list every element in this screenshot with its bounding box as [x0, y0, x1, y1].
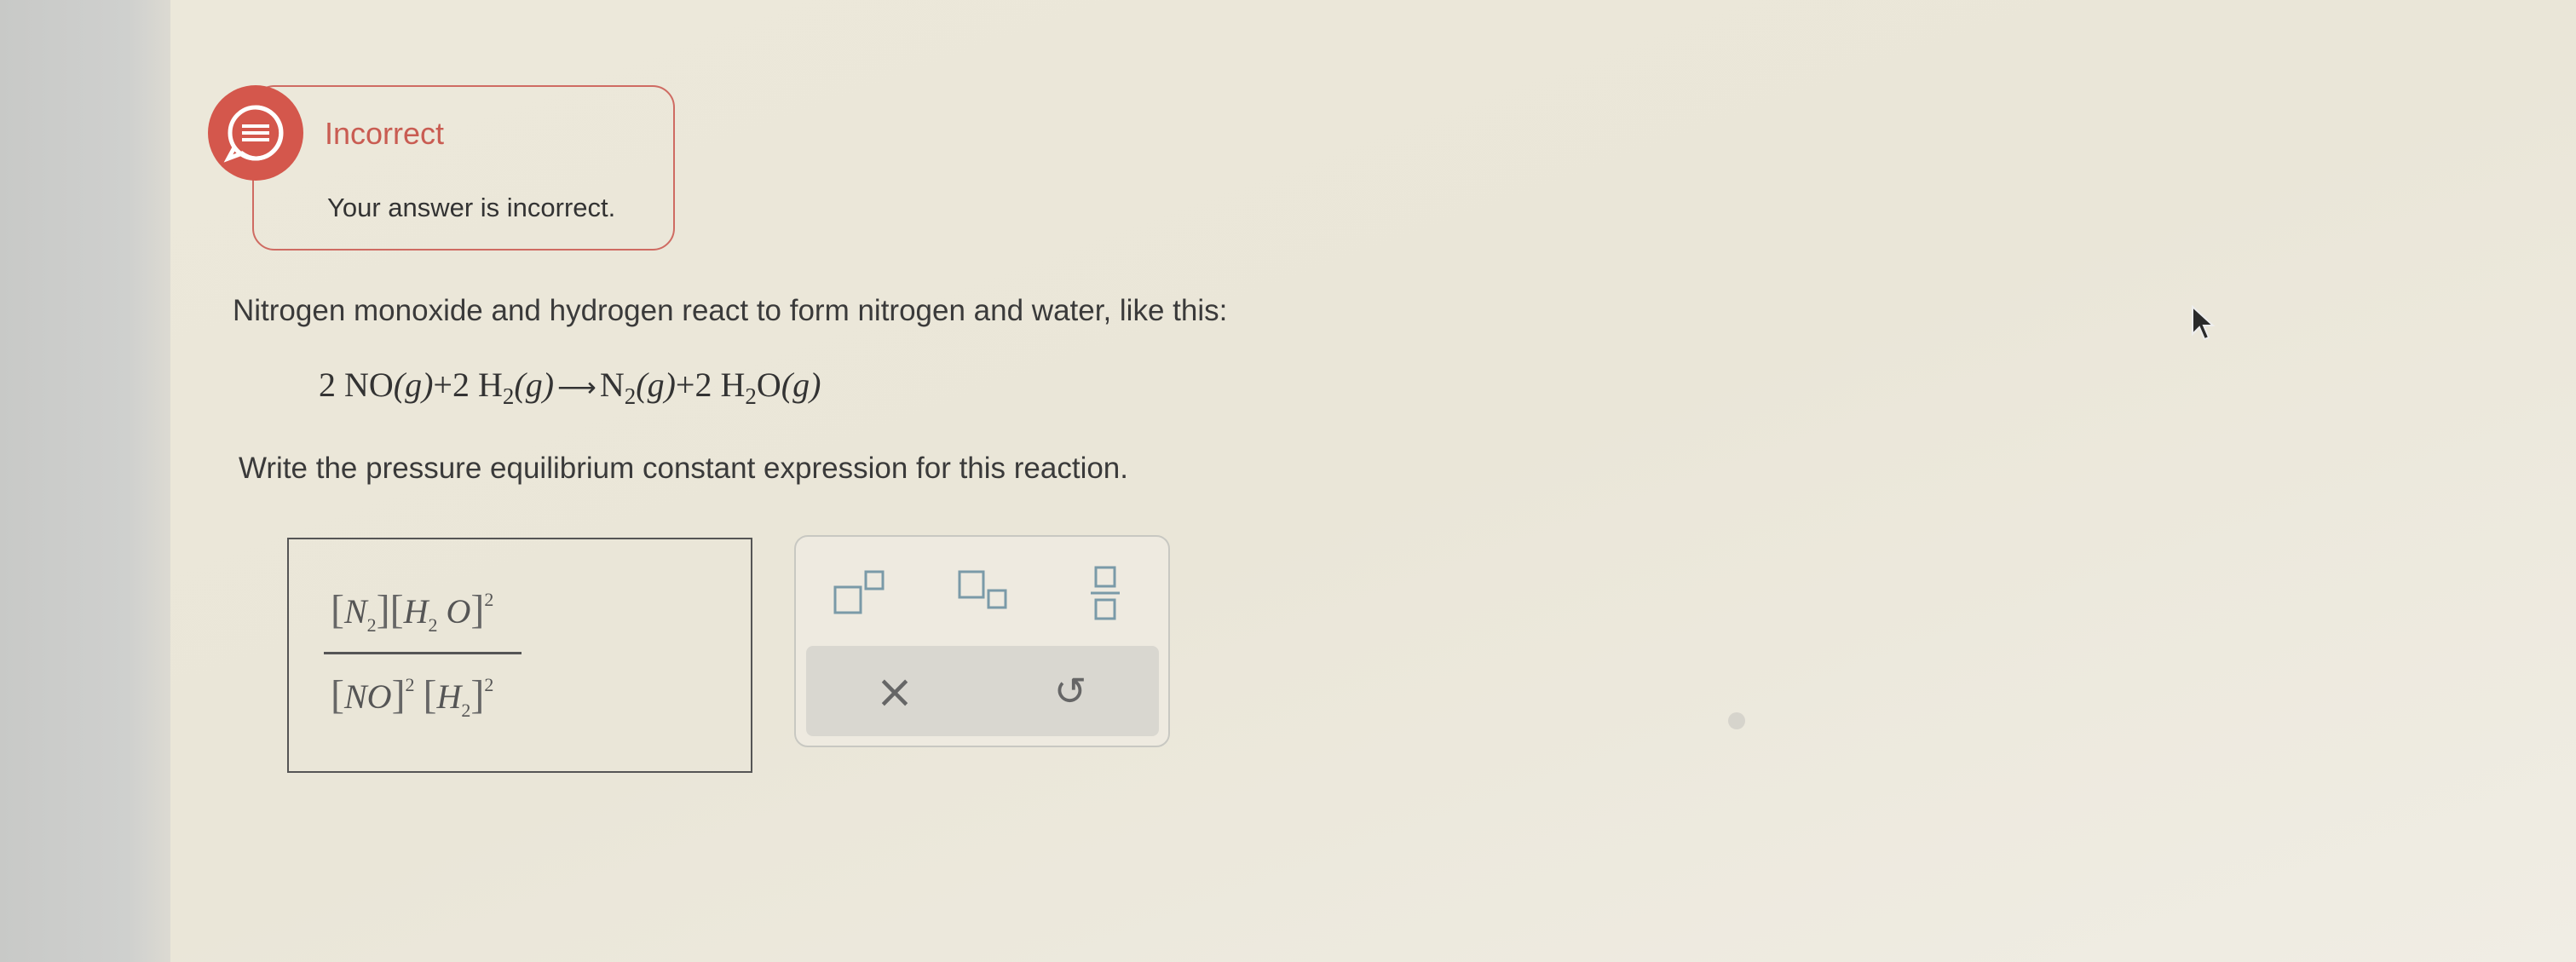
numerator-species: N	[343, 592, 367, 631]
open-bracket-icon: [	[389, 587, 404, 632]
answer-input-box[interactable]	[287, 538, 752, 773]
eq-coef: 2	[452, 366, 470, 404]
open-bracket-icon: [	[331, 587, 344, 632]
clear-button[interactable]: ×	[844, 646, 946, 736]
feedback-message: Your answer is incorrect.	[327, 193, 616, 222]
fraction-denominator: [NO]2 [H2]2	[331, 671, 494, 721]
fraction-icon	[1091, 566, 1120, 620]
clear-icon: ×	[875, 664, 914, 718]
undo-button[interactable]: ↺	[1019, 646, 1121, 736]
denominator-exponent: 2	[405, 674, 415, 695]
eq-state: (g)	[514, 366, 555, 404]
eq-plus: +	[433, 366, 452, 404]
eq-species: H	[720, 366, 746, 404]
feedback-title: Incorrect	[325, 116, 445, 151]
close-bracket-icon: ]	[391, 672, 406, 717]
eq-coef: 2	[319, 366, 336, 404]
numerator-species: H	[403, 592, 429, 631]
chemical-equation: 2 NO(g)+2 H2(g) ⟶ N2(g)+2 H2O(g)	[319, 365, 821, 408]
denominator-subscript: 2	[461, 700, 471, 721]
eq-subscript: 2	[502, 383, 515, 409]
denominator-species: H	[436, 677, 462, 716]
fraction-bar	[324, 652, 522, 654]
screen-dot	[1728, 712, 1745, 729]
open-bracket-icon: [	[423, 672, 437, 717]
eq-state: (g)	[636, 366, 676, 404]
mouse-cursor-icon	[2192, 305, 2216, 341]
eq-state: (g)	[781, 366, 821, 404]
close-bracket-icon: ]	[376, 587, 390, 632]
eq-plus: +	[675, 366, 695, 404]
numerator-exponent: 2	[484, 589, 494, 610]
superscript-icon	[833, 570, 885, 614]
undo-icon: ↺	[1053, 668, 1087, 714]
fraction-button[interactable]	[1072, 559, 1138, 625]
denominator-exponent: 2	[484, 674, 494, 695]
eq-species: O	[756, 366, 781, 404]
feedback-chat-icon	[208, 85, 303, 181]
left-bezel	[0, 0, 170, 962]
close-bracket-icon: ]	[470, 587, 485, 632]
eq-species: N	[599, 366, 625, 404]
eq-species: NO	[344, 366, 394, 404]
eq-subscript: 2	[624, 383, 637, 409]
numerator-subscript: 2	[366, 614, 377, 636]
feedback-panel	[252, 85, 675, 251]
eq-subscript: 2	[745, 383, 757, 409]
numerator-subscript: 2	[428, 614, 438, 636]
denominator-species: NO	[343, 677, 392, 716]
subscript-button[interactable]	[949, 562, 1016, 622]
numerator-species: O	[446, 592, 471, 631]
open-bracket-icon: [	[331, 672, 344, 717]
problem-intro-text: Nitrogen monoxide and hydrogen react to …	[233, 294, 1228, 327]
subscript-icon	[958, 570, 1007, 609]
close-bracket-icon: ]	[470, 672, 485, 717]
superscript-button[interactable]	[827, 562, 893, 622]
fraction-numerator: [N2][H2 O]2	[331, 586, 494, 636]
eq-species: H	[477, 366, 503, 404]
eq-coef: 2	[694, 366, 712, 404]
reaction-arrow-icon: ⟶	[557, 372, 596, 402]
instruction-text: Write the pressure equilibrium constant …	[239, 452, 1129, 485]
eq-state: (g)	[393, 366, 434, 404]
